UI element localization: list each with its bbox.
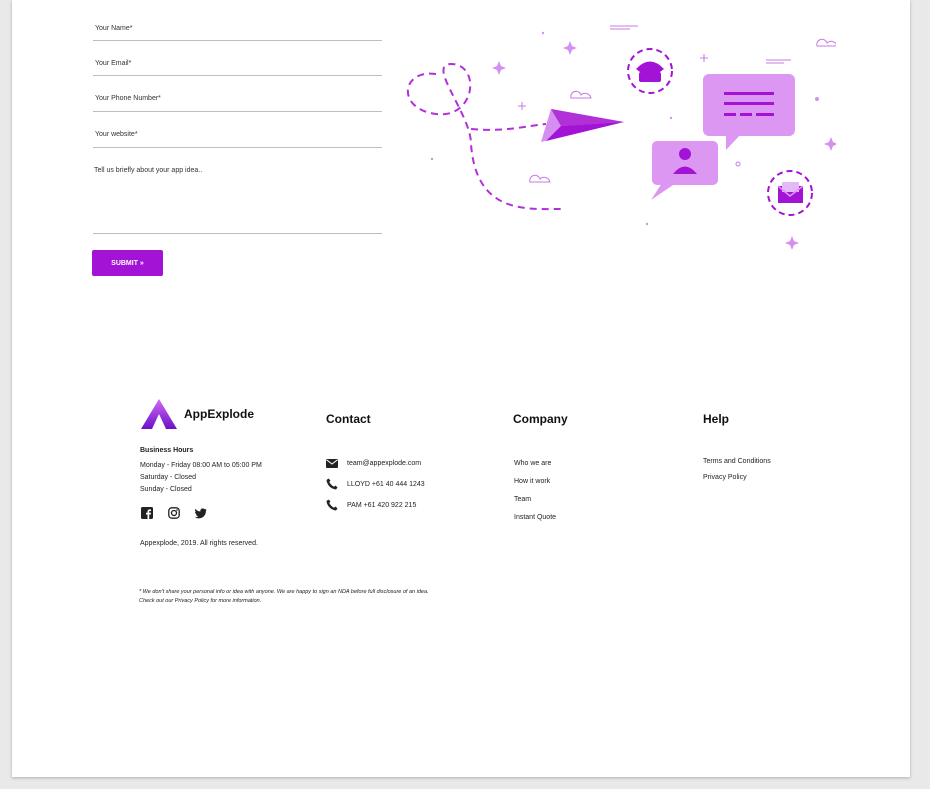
brand-name: AppExplode: [184, 407, 255, 421]
link-terms[interactable]: Terms and Conditions: [703, 458, 771, 465]
link-team[interactable]: Team: [514, 496, 531, 503]
contact-phone-lloyd-row[interactable]: LLOYD +61 40 444 1243: [326, 478, 425, 490]
contact-title: Contact: [326, 412, 371, 426]
page: Your Name* Your Email* Your Phone Number…: [12, 0, 910, 777]
email-placeholder: Your Email*: [95, 60, 132, 67]
link-instant-quote[interactable]: Instant Quote: [514, 514, 556, 521]
company-title: Company: [513, 412, 568, 426]
contact-phone-lloyd: LLOYD +61 40 444 1243: [347, 480, 425, 488]
appexplode-logo-icon: [141, 399, 177, 429]
user-bubble-icon: [651, 141, 718, 200]
link-who-we-are[interactable]: Who we are: [514, 460, 551, 467]
contact-phone-pam-row[interactable]: PAM +61 420 922 215: [326, 499, 416, 511]
link-privacy-policy[interactable]: Privacy Policy: [703, 474, 747, 481]
contact-email-row[interactable]: team@appexplode.com: [326, 459, 421, 468]
phone-placeholder: Your Phone Number*: [95, 95, 161, 102]
idea-textarea[interactable]: Tell us briefly about your app idea..: [93, 147, 382, 234]
contact-illustration: [406, 25, 836, 250]
email-field[interactable]: Your Email*: [93, 40, 382, 76]
business-hours-title: Business Hours: [140, 447, 194, 454]
business-hours-saturday: Saturday - Closed: [140, 474, 197, 481]
phone-icon: [326, 478, 338, 490]
website-placeholder: Your website*: [95, 131, 138, 138]
contact-email: team@appexplode.com: [347, 460, 422, 467]
paper-plane-icon: [541, 109, 624, 142]
facebook-icon[interactable]: [141, 507, 153, 519]
copyright-text: Appexplode, 2019. All rights reserved.: [140, 540, 258, 547]
name-field[interactable]: Your Name*: [93, 0, 382, 41]
chat-bubble-icon: [703, 74, 795, 150]
link-how-it-work[interactable]: How it work: [514, 478, 550, 485]
help-title: Help: [703, 412, 730, 426]
phone-icon: [326, 499, 338, 511]
brand-logo[interactable]: AppExplode: [140, 398, 254, 430]
idea-placeholder: Tell us briefly about your app idea..: [94, 167, 203, 174]
submit-button[interactable]: SUBMIT »: [92, 250, 163, 276]
instagram-icon[interactable]: [168, 507, 180, 519]
privacy-disclaimer: * We don't share your personal info or i…: [139, 589, 429, 604]
twitter-icon[interactable]: [195, 507, 207, 519]
contact-phone-pam: PAM +61 420 922 215: [347, 501, 417, 509]
name-placeholder: Your Name*: [95, 25, 133, 32]
business-hours-weekday: Monday - Friday 08:00 AM to 05:00 PM: [140, 462, 262, 469]
phone-bubble-icon: [627, 48, 673, 94]
business-hours-sunday: Sunday - Closed: [140, 486, 192, 493]
phone-field[interactable]: Your Phone Number*: [93, 75, 382, 112]
mail-bubble-icon: [767, 170, 813, 216]
website-field[interactable]: Your website*: [93, 111, 382, 148]
envelope-icon: [326, 459, 338, 468]
